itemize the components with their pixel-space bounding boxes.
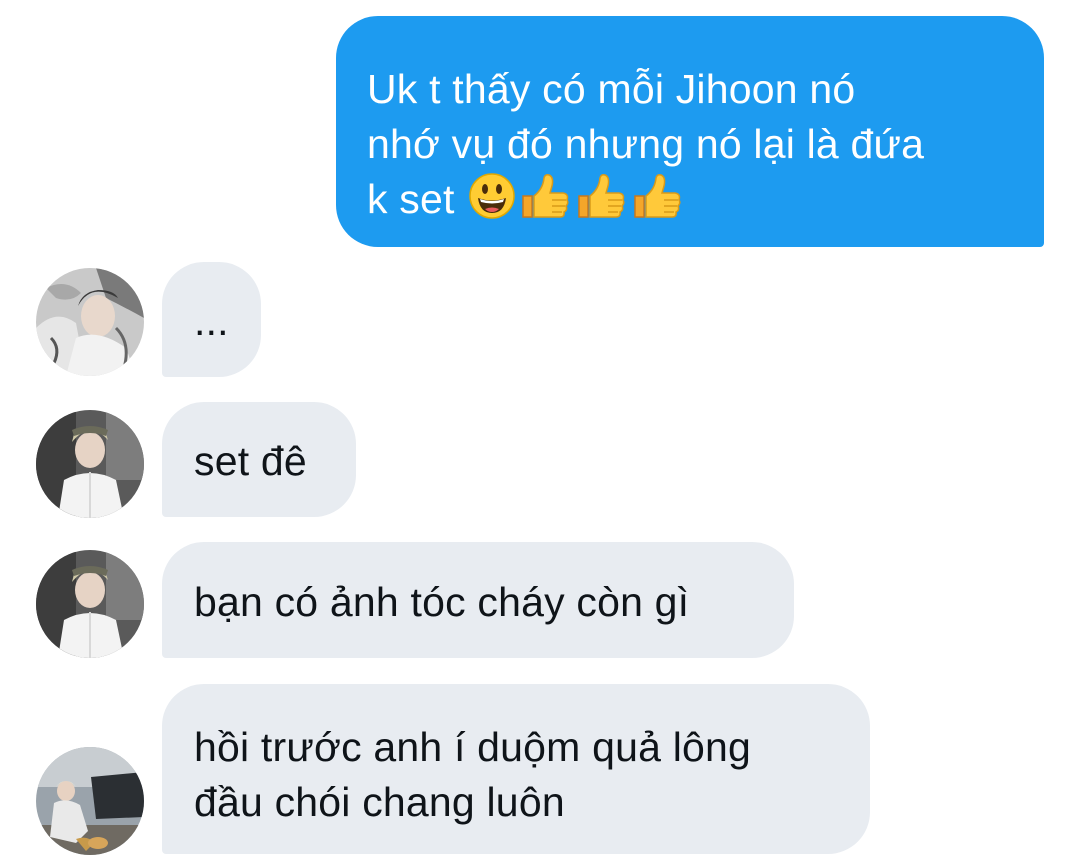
outgoing-message-bubble[interactable]: Uk t thấy có mỗi Jihoon nó nhớ vụ đó như… bbox=[336, 16, 1044, 247]
message-text: set đê bbox=[194, 438, 307, 484]
avatar-photo bbox=[36, 747, 144, 855]
thumbs-up-icon bbox=[630, 172, 684, 234]
message-line-text: k set bbox=[367, 176, 455, 222]
grinning-face-icon bbox=[468, 172, 516, 234]
message-text: ... bbox=[194, 298, 229, 344]
message-line: hồi trước anh í duộm quả lông bbox=[194, 724, 752, 770]
thumbs-up-icon bbox=[574, 172, 628, 234]
avatar[interactable] bbox=[36, 550, 144, 658]
avatar-photo bbox=[36, 550, 144, 658]
incoming-message-bubble[interactable]: bạn có ảnh tóc cháy còn gì bbox=[162, 542, 794, 658]
avatar[interactable] bbox=[36, 268, 144, 376]
message-line: Uk t thấy có mỗi Jihoon nó bbox=[367, 66, 856, 112]
message-line: nhớ vụ đó nhưng nó lại là đứa bbox=[367, 121, 925, 167]
avatar-photo bbox=[36, 268, 144, 376]
avatar[interactable] bbox=[36, 747, 144, 855]
avatar-photo bbox=[36, 410, 144, 518]
incoming-message-bubble[interactable]: set đê bbox=[162, 402, 356, 517]
message-line: đầu chói chang luôn bbox=[194, 779, 565, 825]
incoming-message-bubble[interactable]: hồi trước anh í duộm quả lông đầu chói c… bbox=[162, 684, 870, 854]
message-text: bạn có ảnh tóc cháy còn gì bbox=[194, 579, 690, 625]
avatar[interactable] bbox=[36, 410, 144, 518]
incoming-message-bubble[interactable]: ... bbox=[162, 262, 261, 377]
message-line: k set bbox=[367, 172, 1014, 234]
thumbs-up-icon bbox=[518, 172, 572, 234]
